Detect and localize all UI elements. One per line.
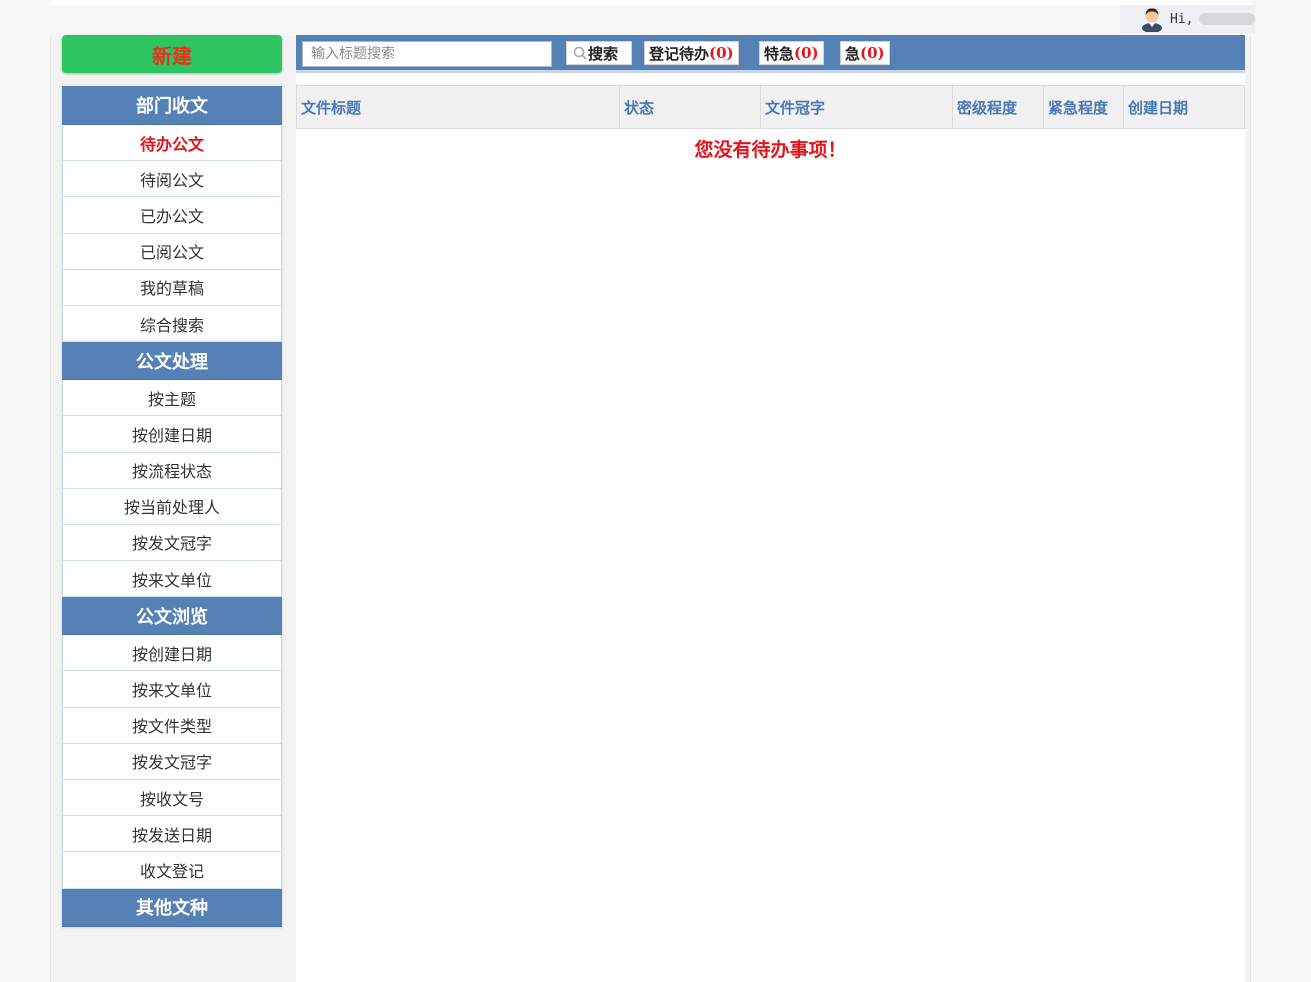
sidebar-nav-item[interactable]: 综合搜索 — [62, 305, 282, 343]
empty-message: 您没有待办事项！ — [694, 139, 847, 161]
sidebar-nav-item[interactable]: 按文件类型 — [62, 707, 282, 744]
sidebar-section-header[interactable]: 公文浏览 — [62, 597, 282, 636]
sidebar-nav-item[interactable]: 按发文冠字 — [62, 743, 282, 780]
sidebar-nav-item[interactable]: 按创建日期 — [62, 635, 282, 672]
column-header-secrecy[interactable]: 密级程度 — [953, 86, 1044, 128]
sidebar-nav-item[interactable]: 我的草稿 — [62, 269, 282, 306]
column-header-title[interactable]: 文件标题 — [297, 86, 620, 128]
sidebar-nav-item[interactable]: 按创建日期 — [62, 416, 282, 453]
main-content: 搜索 登记待办 (0) 特急 (0) 急 (0) 文件标题 状态 文件冠字 密级… — [296, 35, 1245, 982]
search-button[interactable]: 搜索 — [566, 41, 632, 65]
sidebar-nav-item[interactable]: 按发送日期 — [62, 816, 282, 853]
sidebar-nav-item[interactable]: 待阅公文 — [62, 161, 282, 198]
column-header-prefix[interactable]: 文件冠字 — [761, 86, 953, 128]
toolbar: 搜索 登记待办 (0) 特急 (0) 急 (0) — [296, 35, 1245, 73]
sidebar-nav-item[interactable]: 按来文单位 — [62, 561, 282, 598]
sidebar-nav-item[interactable]: 按来文单位 — [62, 671, 282, 708]
sidebar-nav-item[interactable]: 收文登记 — [62, 852, 282, 889]
search-button-label: 搜索 — [588, 44, 619, 63]
extra-urgent-count: (0) — [794, 44, 819, 62]
sidebar-nav-item[interactable]: 按流程状态 — [62, 452, 282, 489]
user-name[interactable] — [1199, 13, 1255, 25]
column-header-created-date[interactable]: 创建日期 — [1124, 86, 1244, 128]
extra-urgent-button[interactable]: 特急 (0) — [759, 41, 824, 65]
greeting-text: Hi, — [1170, 11, 1194, 27]
table-header: 文件标题 状态 文件冠字 密级程度 紧急程度 创建日期 — [296, 85, 1245, 129]
register-pending-count: (0) — [709, 44, 734, 62]
user-avatar-icon[interactable] — [1140, 6, 1164, 33]
urgent-count: (0) — [860, 44, 885, 62]
top-strip — [50, 0, 1251, 5]
user-bar: Hi, — [1120, 5, 1255, 33]
sidebar-nav-item[interactable]: 按主题 — [62, 380, 282, 417]
urgent-label: 急 — [845, 44, 861, 63]
column-header-status[interactable]: 状态 — [620, 86, 761, 128]
column-header-urgency[interactable]: 紧急程度 — [1044, 86, 1124, 128]
urgent-button[interactable]: 急 (0) — [840, 41, 890, 65]
extra-urgent-label: 特急 — [764, 44, 795, 63]
sidebar-nav-item[interactable]: 按当前处理人 — [62, 488, 282, 525]
sidebar-nav-item[interactable]: 已阅公文 — [62, 233, 282, 270]
register-pending-label: 登记待办 — [649, 44, 710, 63]
sidebar-section-header[interactable]: 部门收文 — [62, 86, 282, 125]
search-icon — [573, 46, 587, 60]
sidebar-nav-item[interactable]: 已办公文 — [62, 197, 282, 234]
sidebar-section-header[interactable]: 其他文种 — [62, 888, 282, 927]
register-pending-button[interactable]: 登记待办 (0) — [644, 41, 739, 65]
sidebar-section-header[interactable]: 公文处理 — [62, 342, 282, 381]
sidebar-nav-item[interactable]: 按收文号 — [62, 780, 282, 817]
sidebar-nav: 部门收文 待办公文 待阅公文 已办公文 已阅公文 我的草稿 综合搜索 公文处理 按主题 按创建日期… — [62, 86, 282, 927]
sidebar-nav-item[interactable]: 按发文冠字 — [62, 524, 282, 562]
sidebar-nav-item[interactable]: 待办公文 — [62, 125, 282, 162]
title-search-input[interactable] — [302, 41, 552, 67]
new-document-button[interactable]: 新建 — [62, 35, 282, 73]
